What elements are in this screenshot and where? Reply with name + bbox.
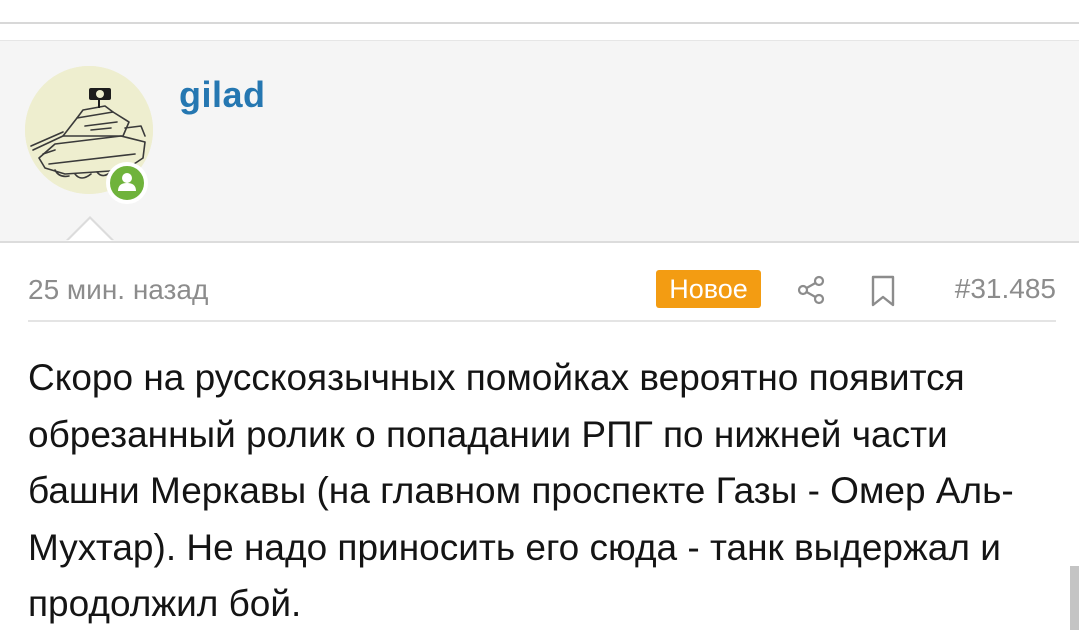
online-status-badge bbox=[106, 162, 148, 204]
post-message-text: Скоро на русскоязычных помойках вероятно… bbox=[28, 357, 1014, 624]
share-icon[interactable] bbox=[795, 274, 827, 306]
new-post-badge: Новое bbox=[656, 270, 761, 308]
bookmark-icon[interactable] bbox=[870, 274, 896, 308]
post-number-link[interactable]: #31.485 bbox=[955, 273, 1056, 305]
post-gap bbox=[0, 24, 1079, 40]
post-meta-row: 25 мин. назад Новое #31.485 bbox=[28, 264, 1056, 322]
scrollbar-thumb[interactable] bbox=[1070, 566, 1079, 630]
post-time-link[interactable]: 25 мин. назад bbox=[28, 274, 208, 306]
previous-post-divider bbox=[0, 0, 1079, 24]
user-block-pointer-fill bbox=[68, 219, 112, 241]
author-name-link[interactable]: gilad bbox=[179, 74, 266, 116]
user-online-icon bbox=[118, 173, 136, 191]
post-user-block bbox=[0, 40, 1079, 243]
